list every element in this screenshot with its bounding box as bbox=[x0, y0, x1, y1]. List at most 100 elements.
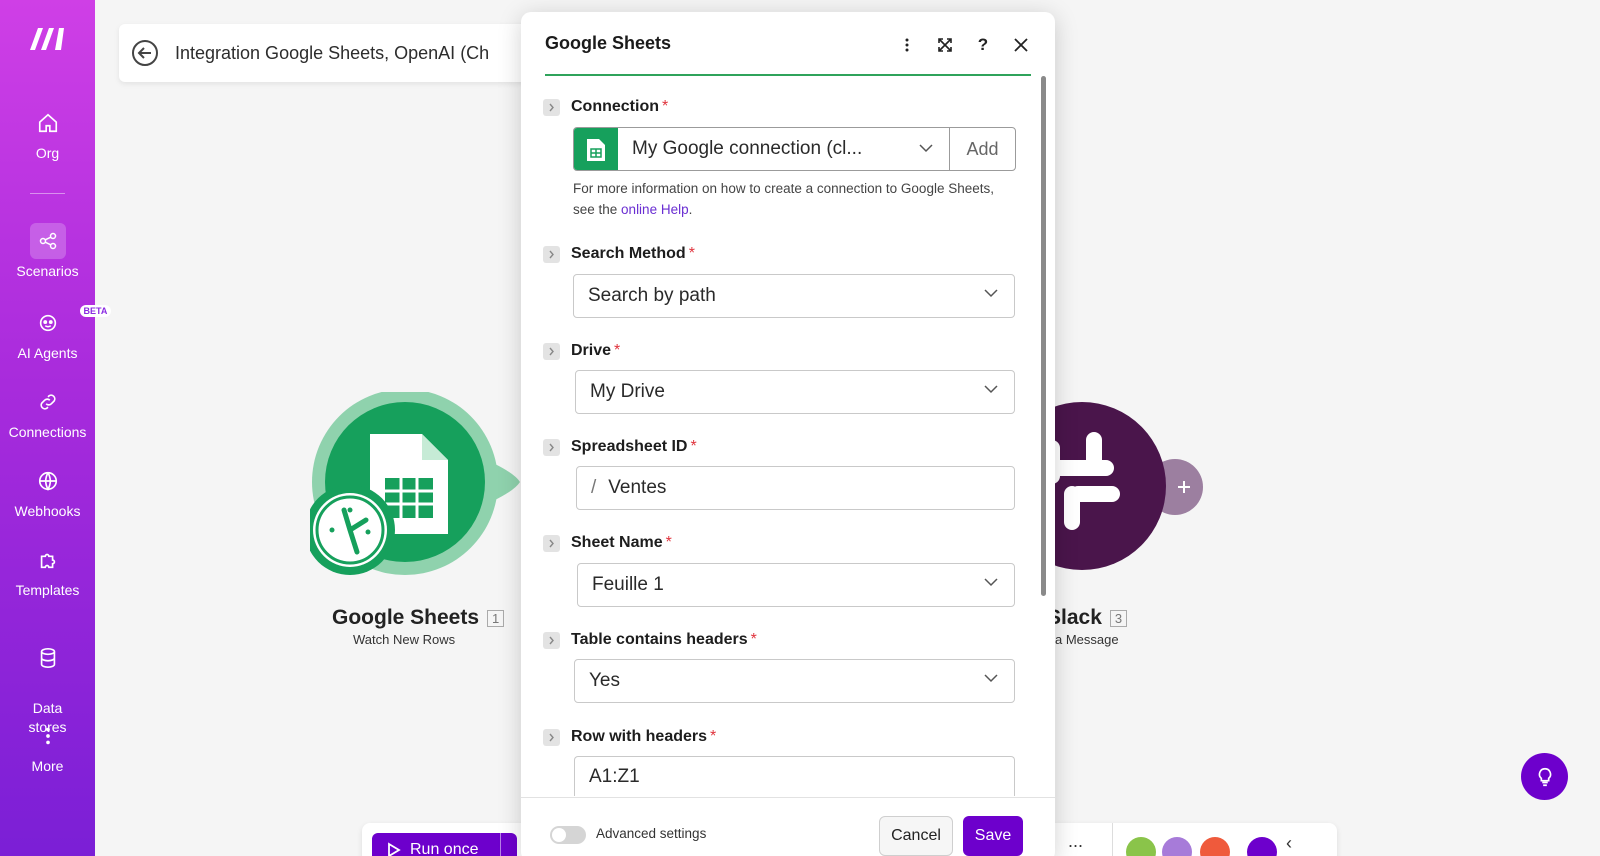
save-button[interactable]: Save bbox=[963, 816, 1023, 856]
text-parser-icon[interactable] bbox=[1200, 837, 1230, 856]
sidebar-item-connections[interactable]: Connections bbox=[0, 384, 95, 440]
table-headers-label: Table contains headers bbox=[571, 631, 748, 648]
expand-chevron-icon[interactable] bbox=[543, 342, 560, 360]
sidebar-item-label: Templates bbox=[15, 582, 80, 598]
tools-icon[interactable] bbox=[1126, 837, 1156, 856]
run-once-label: Run once bbox=[410, 841, 479, 856]
table-headers-select[interactable]: Yes bbox=[574, 659, 1015, 703]
search-method-field: Search Method * bbox=[543, 243, 1013, 265]
required-marker: * bbox=[710, 728, 717, 745]
required-marker: * bbox=[662, 98, 669, 115]
home-icon bbox=[30, 105, 66, 141]
table-headers-value: Yes bbox=[589, 670, 620, 691]
advanced-settings-label: Advanced settings bbox=[596, 826, 707, 841]
row-headers-value: A1:Z1 bbox=[589, 765, 640, 787]
share-icon bbox=[29, 223, 66, 259]
dialog-scrollbar[interactable] bbox=[1041, 76, 1046, 596]
connection-value: My Google connection (cl... bbox=[632, 138, 863, 159]
drive-field: Drive * bbox=[543, 340, 1013, 362]
add-connection-button[interactable]: Add bbox=[949, 128, 1015, 170]
lightbulb-button[interactable] bbox=[1521, 753, 1568, 800]
module-subtitle: a Message bbox=[1055, 632, 1119, 647]
search-method-select[interactable]: Search by path bbox=[573, 274, 1015, 318]
play-icon bbox=[388, 842, 401, 856]
expand-chevron-icon[interactable] bbox=[543, 631, 560, 649]
expand-chevron-icon[interactable] bbox=[543, 438, 560, 456]
add-module-icon[interactable] bbox=[1247, 837, 1277, 856]
drive-label: Drive bbox=[571, 342, 612, 359]
more-options-icon[interactable]: ... bbox=[1068, 831, 1083, 852]
scenario-title-bar: Integration Google Sheets, OpenAI (Ch bbox=[119, 24, 539, 82]
advanced-settings-toggle[interactable] bbox=[550, 826, 586, 844]
expand-chevron-icon[interactable] bbox=[543, 245, 560, 263]
search-method-value: Search by path bbox=[588, 285, 716, 306]
module-name: Slack 3 bbox=[1047, 606, 1128, 630]
dialog-header: Google Sheets ? bbox=[545, 12, 1031, 76]
back-arrow-icon[interactable] bbox=[131, 39, 159, 67]
close-icon[interactable] bbox=[1011, 35, 1031, 55]
sidebar-item-org[interactable]: Org bbox=[0, 105, 95, 161]
sidebar-item-webhooks[interactable]: Webhooks bbox=[0, 463, 95, 519]
required-marker: * bbox=[665, 534, 672, 551]
database-icon bbox=[30, 640, 66, 676]
link-icon bbox=[30, 384, 66, 420]
chevron-down-icon bbox=[984, 385, 998, 394]
sidebar: Org Scenarios BETA AI Agents Connections… bbox=[0, 0, 112, 856]
spreadsheet-id-input[interactable]: / Ventes bbox=[576, 466, 1015, 510]
sidebar-item-ai-agents[interactable]: BETA AI Agents bbox=[0, 305, 112, 361]
make-logo[interactable] bbox=[28, 26, 68, 52]
run-once-button[interactable]: Run once bbox=[372, 833, 517, 856]
google-sheets-icon bbox=[574, 128, 618, 170]
lightbulb-icon bbox=[1538, 767, 1551, 786]
help-icon[interactable]: ? bbox=[973, 35, 993, 55]
sidebar-item-label: Scenarios bbox=[16, 263, 79, 279]
sidebar-item-scenarios[interactable]: Scenarios bbox=[0, 223, 95, 279]
drive-value: My Drive bbox=[590, 381, 665, 402]
module-settings-dialog: Google Sheets ? Connection * My Google co… bbox=[521, 12, 1055, 856]
connection-help-text: For more information on how to create a … bbox=[573, 178, 1013, 220]
search-method-label: Search Method bbox=[571, 245, 686, 262]
module-number: 3 bbox=[1109, 609, 1128, 627]
divider bbox=[500, 833, 501, 856]
more-vertical-icon bbox=[30, 718, 66, 754]
expand-chevron-icon[interactable] bbox=[543, 534, 560, 552]
dialog-header-actions: ? bbox=[897, 35, 1031, 55]
row-headers-label: Row with headers bbox=[571, 728, 708, 745]
help-text-suffix: . bbox=[688, 202, 693, 217]
module-name-text: Google Sheets bbox=[332, 606, 480, 629]
dialog-footer: Advanced settings Cancel Save bbox=[521, 797, 1055, 856]
chevron-down-icon bbox=[984, 578, 998, 587]
chevron-down-icon bbox=[919, 144, 933, 153]
expand-chevron-icon[interactable] bbox=[543, 98, 560, 116]
expand-chevron-icon[interactable] bbox=[543, 728, 560, 746]
sheet-name-value: Feuille 1 bbox=[592, 574, 664, 595]
cancel-button[interactable]: Cancel bbox=[879, 816, 953, 856]
sidebar-item-label: Org bbox=[35, 145, 60, 161]
scenario-title[interactable]: Integration Google Sheets, OpenAI (Ch bbox=[175, 43, 489, 64]
required-marker: * bbox=[688, 245, 695, 262]
sidebar-item-label: More bbox=[31, 758, 64, 774]
sidebar-item-more[interactable]: More bbox=[0, 718, 95, 774]
spreadsheet-id-value: Ventes bbox=[608, 477, 667, 498]
sidebar-item-label: Webhooks bbox=[14, 503, 81, 519]
flow-control-icon[interactable] bbox=[1162, 837, 1192, 856]
sidebar-divider bbox=[30, 193, 65, 194]
expand-icon[interactable] bbox=[935, 35, 955, 55]
spreadsheet-id-label: Spreadsheet ID bbox=[571, 438, 688, 455]
path-prefix: / bbox=[591, 477, 597, 498]
online-help-link[interactable]: online Help bbox=[621, 202, 689, 217]
collapse-icon[interactable]: ‹ bbox=[1286, 833, 1292, 854]
sheet-name-select[interactable]: Feuille 1 bbox=[577, 563, 1015, 607]
google-sheets-icon bbox=[305, 389, 520, 575]
sidebar-item-templates[interactable]: Templates bbox=[0, 542, 95, 598]
row-headers-field: Row with headers * bbox=[543, 726, 1013, 748]
row-headers-input[interactable]: A1:Z1 bbox=[574, 756, 1015, 796]
kebab-menu-icon[interactable] bbox=[897, 35, 917, 55]
connection-select[interactable]: My Google connection (cl... Add bbox=[573, 127, 1016, 171]
google-sheets-module[interactable] bbox=[305, 389, 530, 592]
sheet-name-label: Sheet Name bbox=[571, 534, 663, 551]
drive-select[interactable]: My Drive bbox=[575, 370, 1015, 414]
slack-module[interactable] bbox=[998, 402, 1205, 572]
ai-agent-icon: BETA bbox=[30, 305, 112, 341]
toolbar-divider bbox=[1112, 823, 1113, 856]
